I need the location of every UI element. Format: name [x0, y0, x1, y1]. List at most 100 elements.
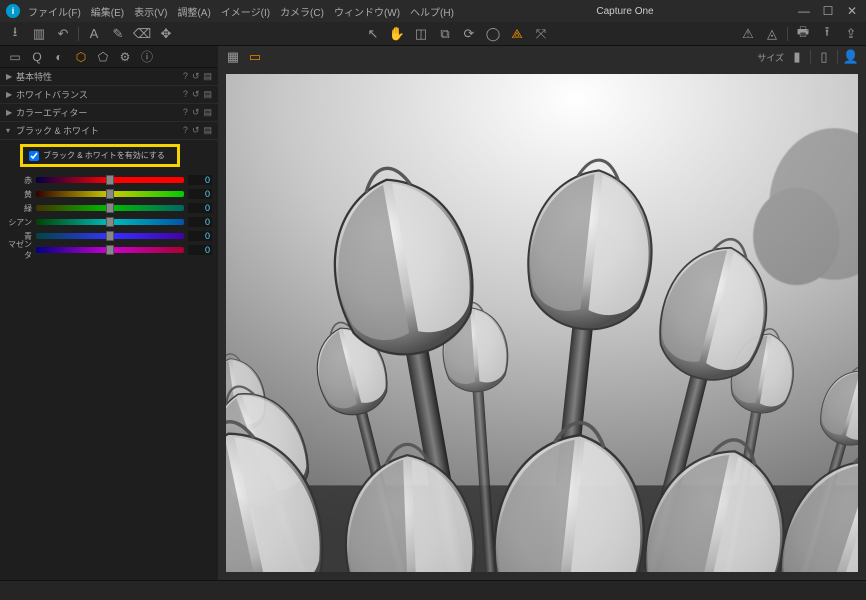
slider-value: 0 — [188, 245, 212, 255]
app-logo-icon: i — [6, 4, 20, 18]
viewer-header: ▦ ▭ サイズ ▮ ▯ 👤 — [218, 46, 866, 68]
slider-label: マゼンタ — [6, 239, 32, 261]
tab-detail-icon[interactable]: ⬠ — [94, 48, 112, 66]
hand-icon[interactable]: ✋ — [388, 25, 406, 43]
print-icon[interactable]: 🖶 — [794, 25, 812, 43]
menu-window[interactable]: ウィンドウ(W) — [334, 4, 400, 19]
slider-label: シアン — [6, 217, 32, 228]
menu-file[interactable]: ファイル(F) — [28, 4, 81, 19]
brush-icon[interactable]: ✎ — [109, 25, 127, 43]
pointer-icon[interactable]: ↖ — [364, 25, 382, 43]
grid-view-icon[interactable]: ▦ — [224, 48, 242, 66]
tools-sidebar: ▭ Q ◐ ⬡ ⬠ ⚙ ⓘ ▶ 基本特性 ?↺▤ ▶ ホワイトバランス ?↺▤ … — [0, 46, 218, 580]
slider-track[interactable] — [36, 177, 184, 183]
slider-track[interactable] — [36, 191, 184, 197]
single-view-icon[interactable]: ▭ — [246, 48, 264, 66]
adjust-icon[interactable]: ⟁ — [508, 25, 526, 43]
menu-edit[interactable]: 編集(E) — [91, 4, 124, 19]
bw-panel-body: ブラック & ホワイトを有効にする 赤0黄0緑0シアン0青0マゼンタ0 — [0, 140, 218, 265]
slider-thumb[interactable] — [106, 245, 114, 255]
import-icon[interactable]: ⭳ — [6, 25, 24, 43]
panel-label: 基本特性 — [16, 70, 183, 83]
copy-icon[interactable]: ▤ — [203, 89, 212, 100]
reset-icon[interactable]: ↺ — [192, 107, 200, 118]
tool3-icon[interactable]: ◫ — [412, 25, 430, 43]
bw-slider-5: マゼンタ0 — [6, 243, 212, 257]
slider-thumb[interactable] — [106, 189, 114, 199]
rotate-icon[interactable]: ⟳ — [460, 25, 478, 43]
panel-basic[interactable]: ▶ 基本特性 ?↺▤ — [0, 68, 218, 86]
slider-label: 赤 — [6, 175, 32, 186]
slider-value: 0 — [188, 203, 212, 213]
slider-value: 0 — [188, 231, 212, 241]
reset-icon[interactable]: ↺ — [192, 89, 200, 100]
menu-camera[interactable]: カメラ(C) — [280, 4, 324, 19]
slider-value: 0 — [188, 189, 212, 199]
cards-icon[interactable]: ▥ — [30, 25, 48, 43]
zoom-size-label: サイズ — [757, 51, 784, 64]
status-bar — [0, 580, 866, 600]
window-controls: — ☐ ✕ — [796, 4, 860, 18]
slider-label: 黄 — [6, 189, 32, 200]
undo-icon[interactable]: ↶ — [54, 25, 72, 43]
crop-icon[interactable]: ⧉ — [436, 25, 454, 43]
menu-image[interactable]: イメージ(I) — [221, 4, 270, 19]
title-bar: i ファイル(F) 編集(E) 表示(V) 調整(A) イメージ(I) カメラ(… — [0, 0, 866, 22]
maximize-button[interactable]: ☐ — [820, 4, 836, 18]
panel-bw[interactable]: ▾ ブラック & ホワイト ?↺▤ — [0, 122, 218, 140]
export-icon[interactable]: ⭱ — [818, 25, 836, 43]
copy-icon[interactable]: ▤ — [203, 125, 212, 136]
bw-enable-checkbox[interactable] — [29, 151, 39, 161]
panel-coloreditor[interactable]: ▶ カラーエディター ?↺▤ — [0, 104, 218, 122]
clip-icon[interactable]: ◬ — [763, 25, 781, 43]
reset-icon[interactable]: ↺ — [192, 71, 200, 82]
tab-color-icon[interactable]: ⬡ — [72, 48, 90, 66]
dropper-icon[interactable]: ⤧ — [532, 25, 550, 43]
slider-thumb[interactable] — [106, 203, 114, 213]
slider-thumb[interactable] — [106, 175, 114, 185]
share-icon[interactable]: ⇪ — [842, 25, 860, 43]
menu-view[interactable]: 表示(V) — [134, 4, 167, 19]
bw-slider-2: 緑0 — [6, 201, 212, 215]
panel-whitebalance[interactable]: ▶ ホワイトバランス ?↺▤ — [0, 86, 218, 104]
image-canvas[interactable] — [226, 74, 858, 572]
warning-icon[interactable]: ⚠ — [739, 25, 757, 43]
chevron-right-icon: ▶ — [6, 90, 16, 99]
bw-slider-0: 赤0 — [6, 173, 212, 187]
copy-icon[interactable]: ▤ — [203, 107, 212, 118]
minimize-button[interactable]: — — [796, 4, 812, 18]
picker-icon[interactable]: ✥ — [157, 25, 175, 43]
text-tool-icon[interactable]: A — [85, 25, 103, 43]
help-icon[interactable]: ? — [183, 89, 188, 100]
tab-exposure-icon[interactable]: ◐ — [50, 48, 68, 66]
bw-slider-1: 黄0 — [6, 187, 212, 201]
tab-info-icon[interactable]: ⓘ — [138, 48, 156, 66]
help-icon[interactable]: ? — [183, 71, 188, 82]
close-button[interactable]: ✕ — [844, 4, 860, 18]
help-icon[interactable]: ? — [183, 107, 188, 118]
slider-thumb[interactable] — [106, 217, 114, 227]
mask-icon[interactable]: ◯ — [484, 25, 502, 43]
slider-thumb[interactable] — [106, 231, 114, 241]
copy-icon[interactable]: ▤ — [203, 71, 212, 82]
user-icon[interactable]: 👤 — [842, 48, 860, 66]
menu-adjust[interactable]: 調整(A) — [177, 4, 210, 19]
slider-track[interactable] — [36, 233, 184, 239]
eraser-icon[interactable]: ⌫ — [133, 25, 151, 43]
separator — [78, 27, 79, 41]
menu-help[interactable]: ヘルプ(H) — [410, 4, 454, 19]
slider-track[interactable] — [36, 219, 184, 225]
slider-value: 0 — [188, 175, 212, 185]
reset-icon[interactable]: ↺ — [192, 125, 200, 136]
help-icon[interactable]: ? — [183, 125, 188, 136]
zoom-user-icon[interactable]: ▮ — [788, 48, 806, 66]
slider-track[interactable] — [36, 247, 184, 253]
slider-track[interactable] — [36, 205, 184, 211]
tab-library-icon[interactable]: ▭ — [6, 48, 24, 66]
tab-output-icon[interactable]: ⚙ — [116, 48, 134, 66]
window-title: Capture One — [454, 6, 796, 17]
bw-enable-label: ブラック & ホワイトを有効にする — [43, 150, 165, 161]
tab-lens-icon[interactable]: Q — [28, 48, 46, 66]
chevron-down-icon: ▾ — [6, 126, 16, 135]
proof-icon[interactable]: ▯ — [815, 48, 833, 66]
